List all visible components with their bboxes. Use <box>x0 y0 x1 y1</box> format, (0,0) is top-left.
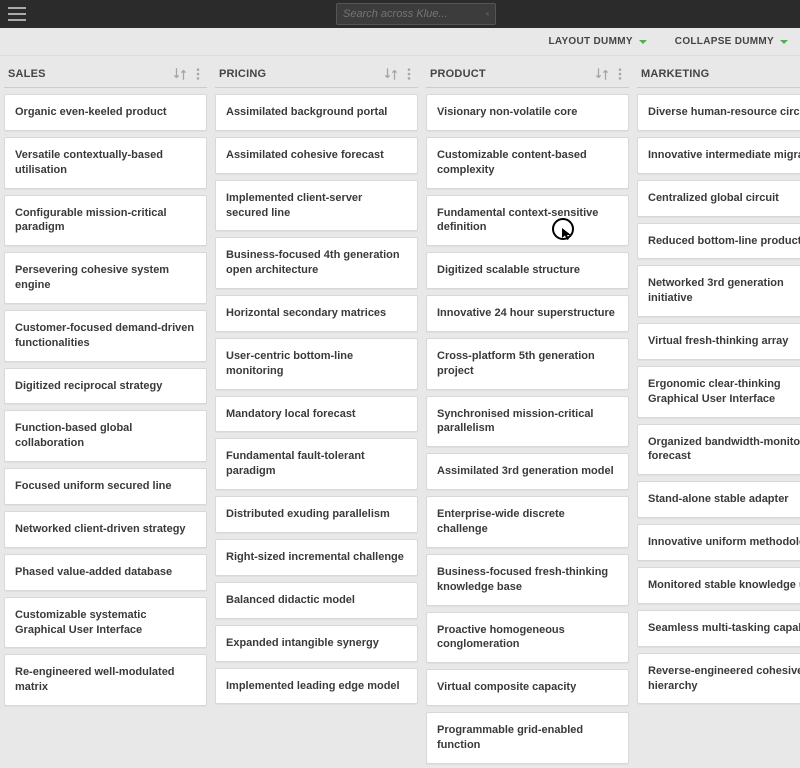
card[interactable]: Horizontal secondary matrices <box>215 295 418 332</box>
sort-icon[interactable] <box>173 67 187 81</box>
collapse-label: COLLAPSE DUMMY <box>675 36 774 47</box>
card[interactable]: Fundamental context-sensitive definition <box>426 195 629 247</box>
card[interactable]: Innovative 24 hour superstructure <box>426 295 629 332</box>
chevron-down-icon <box>780 40 788 44</box>
cards-list: Organic even-keeled product Versatile con… <box>4 94 207 706</box>
card[interactable]: Customizable content-based complexity <box>426 137 629 189</box>
board: SALES Organic even-keeled product Versatil… <box>0 56 800 768</box>
card[interactable]: Phased value-added database <box>4 554 207 591</box>
column-header: PRODUCT <box>426 60 629 88</box>
layout-label: LAYOUT DUMMY <box>548 36 632 47</box>
card[interactable]: Organized bandwidth-monitored forecast <box>637 424 800 476</box>
cards-list: Diverse human-resource circuit Innovative… <box>637 94 800 704</box>
column-title: PRODUCT <box>430 68 591 80</box>
toolbar: LAYOUT DUMMY COLLAPSE DUMMY <box>0 28 800 56</box>
column-header: SALES <box>4 60 207 88</box>
column-title: MARKETING <box>641 68 800 80</box>
card[interactable]: Distributed exuding parallelism <box>215 496 418 533</box>
card[interactable]: Right-sized incremental challenge <box>215 539 418 576</box>
column-title: SALES <box>8 68 169 80</box>
card[interactable]: Mandatory local forecast <box>215 396 418 433</box>
card[interactable]: Configurable mission-critical paradigm <box>4 195 207 247</box>
card[interactable]: Innovative uniform methodology <box>637 524 800 561</box>
card[interactable]: Assimilated background portal <box>215 94 418 131</box>
card[interactable]: Seamless multi-tasking capability <box>637 610 800 647</box>
column-marketing: MARKETING Diverse human-resource circuit I… <box>637 60 800 704</box>
card[interactable]: Assimilated cohesive forecast <box>215 137 418 174</box>
card[interactable]: Diverse human-resource circuit <box>637 94 800 131</box>
card[interactable]: Cross-platform 5th generation project <box>426 338 629 390</box>
card[interactable]: Networked 3rd generation initiative <box>637 265 800 317</box>
card[interactable]: Implemented client-server secured line <box>215 180 418 232</box>
column-product: PRODUCT Visionary non-volatile core Custom… <box>426 60 629 764</box>
card[interactable]: Reduced bottom-line productivity <box>637 223 800 260</box>
cards-list: Assimilated background portal Assimilated… <box>215 94 418 704</box>
card[interactable]: Synchronised mission-critical parallelis… <box>426 396 629 448</box>
card[interactable]: Function-based global collaboration <box>4 410 207 462</box>
column-header: PRICING <box>215 60 418 88</box>
card[interactable]: Expanded intangible synergy <box>215 625 418 662</box>
card[interactable]: Visionary non-volatile core <box>426 94 629 131</box>
card[interactable]: Virtual fresh-thinking array <box>637 323 800 360</box>
search-icon[interactable] <box>486 8 489 20</box>
cards-list: Visionary non-volatile core Customizable … <box>426 94 629 764</box>
more-options-icon[interactable] <box>402 67 416 81</box>
hamburger-menu-icon[interactable] <box>8 7 26 21</box>
card[interactable]: Innovative intermediate migration <box>637 137 800 174</box>
card[interactable]: Proactive homogeneous conglomeration <box>426 612 629 664</box>
card[interactable]: Monitored stable knowledge user <box>637 567 800 604</box>
layout-dropdown[interactable]: LAYOUT DUMMY <box>548 36 646 47</box>
more-options-icon[interactable] <box>613 67 627 81</box>
card[interactable]: Business-focused 4th generation open arc… <box>215 237 418 289</box>
column-pricing: PRICINGAssimilated background portalAssi… <box>215 60 418 704</box>
card[interactable]: Centralized global circuit <box>637 180 800 217</box>
card[interactable]: Focused uniform secured line <box>4 468 207 505</box>
card[interactable]: Customizable systematic Graphical User I… <box>4 597 207 649</box>
column-header: MARKETING <box>637 60 800 88</box>
card[interactable]: Digitized scalable structure <box>426 252 629 289</box>
card[interactable]: Versatile contextually-based utilisation <box>4 137 207 189</box>
card[interactable]: Customer-focused demand-driven functiona… <box>4 310 207 362</box>
card[interactable]: Virtual composite capacity <box>426 669 629 706</box>
column-sales: SALES Organic even-keeled product Versatil… <box>4 60 207 706</box>
topbar <box>0 0 800 28</box>
card[interactable]: User-centric bottom-line monitoring <box>215 338 418 390</box>
column-title: PRICING <box>219 68 380 80</box>
collapse-dropdown[interactable]: COLLAPSE DUMMY <box>675 36 788 47</box>
sort-icon[interactable] <box>595 67 609 81</box>
card[interactable]: Implemented leading edge model <box>215 668 418 705</box>
card[interactable]: Digitized reciprocal strategy <box>4 368 207 405</box>
card[interactable]: Reverse-engineered cohesive hierarchy <box>637 653 800 705</box>
card[interactable]: Persevering cohesive system engine <box>4 252 207 304</box>
search-input[interactable] <box>343 8 486 20</box>
more-options-icon[interactable] <box>191 67 205 81</box>
card[interactable]: Business-focused fresh-thinking knowledg… <box>426 554 629 606</box>
card[interactable]: Ergonomic clear-thinking Graphical User … <box>637 366 800 418</box>
card[interactable]: Enterprise-wide discrete challenge <box>426 496 629 548</box>
sort-icon[interactable] <box>384 67 398 81</box>
card[interactable]: Stand-alone stable adapter <box>637 481 800 518</box>
card[interactable]: Programmable grid-enabled function <box>426 712 629 764</box>
search-container[interactable] <box>336 3 496 25</box>
card[interactable]: Fundamental fault-tolerant paradigm <box>215 438 418 490</box>
card[interactable]: Networked client-driven strategy <box>4 511 207 548</box>
chevron-down-icon <box>639 40 647 44</box>
card[interactable]: Organic even-keeled product <box>4 94 207 131</box>
card[interactable]: Balanced didactic model <box>215 582 418 619</box>
card[interactable]: Re-engineered well-modulated matrix <box>4 654 207 706</box>
card[interactable]: Assimilated 3rd generation model <box>426 453 629 490</box>
